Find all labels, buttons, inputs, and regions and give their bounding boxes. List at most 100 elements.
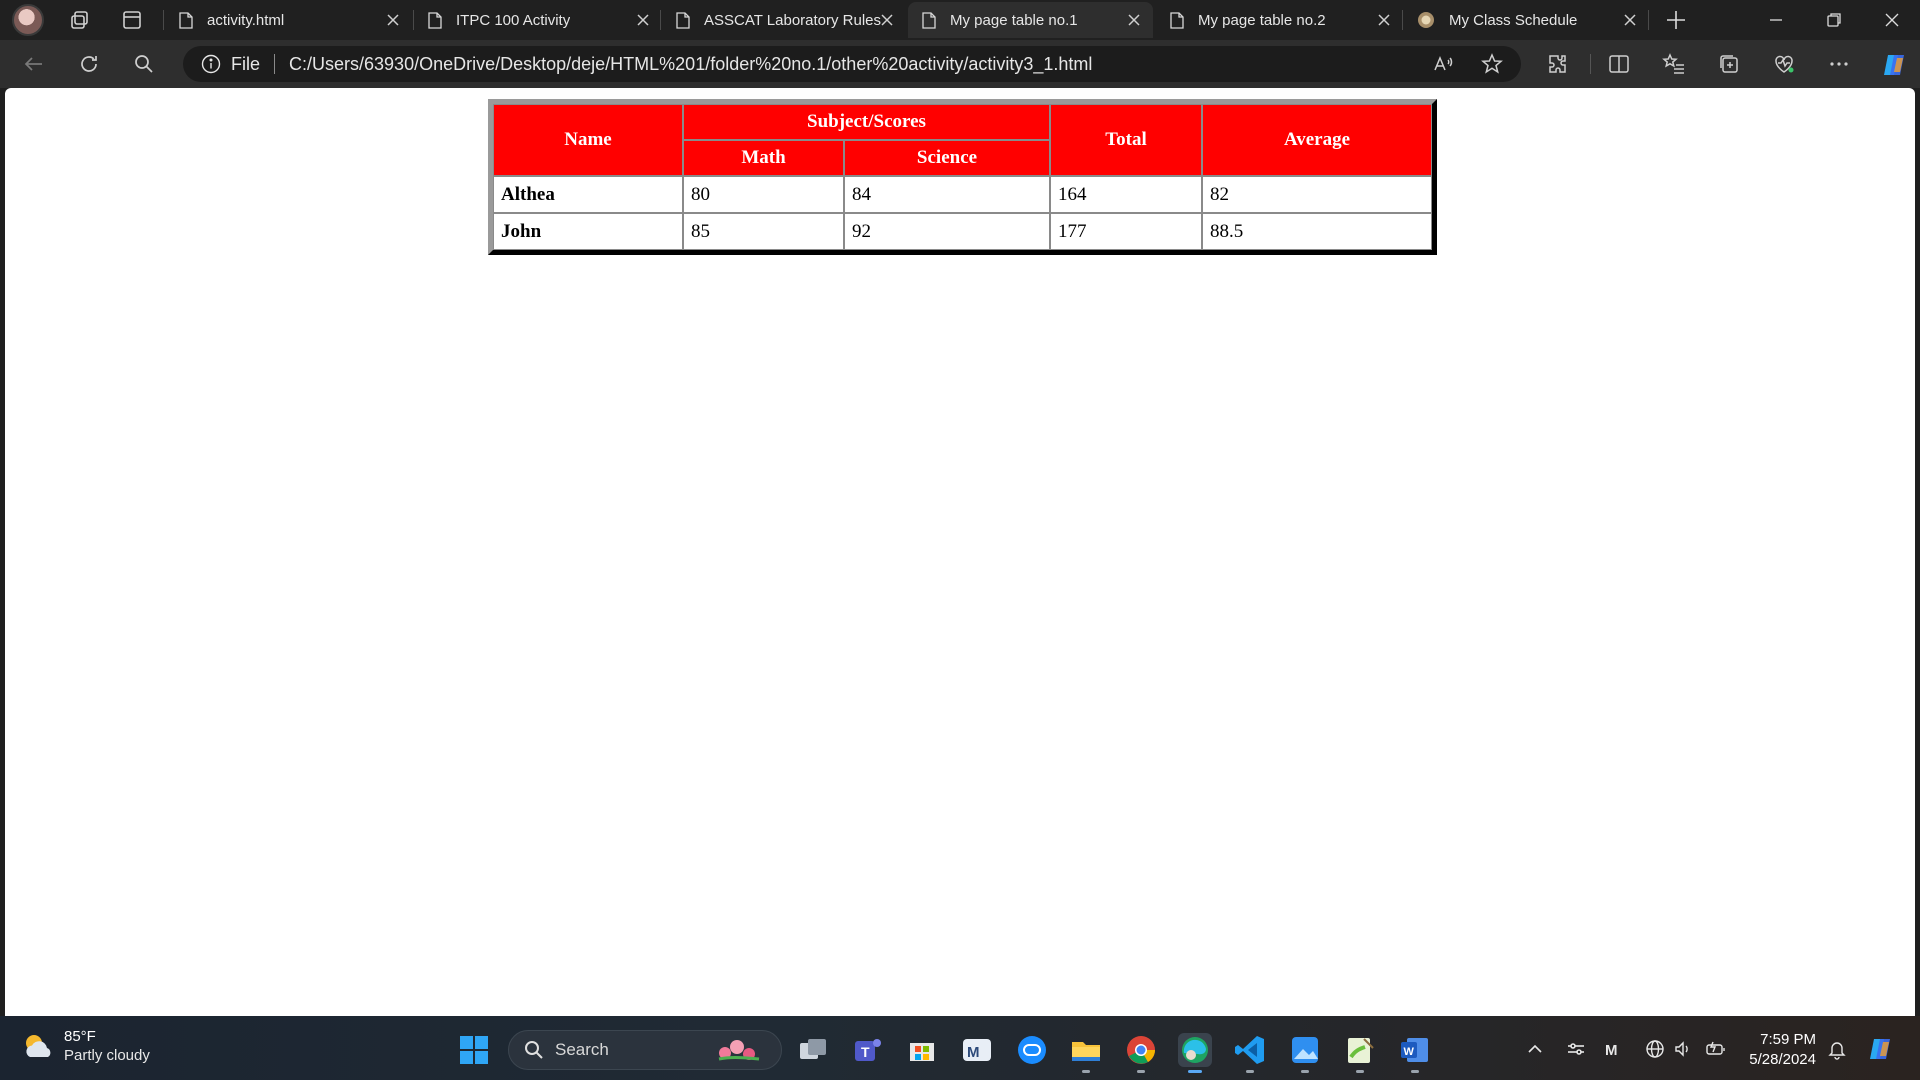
header-average: Average <box>1202 104 1432 176</box>
partly-cloudy-icon <box>26 1035 51 1057</box>
svg-text:T: T <box>861 1044 870 1060</box>
close-tab-icon[interactable] <box>384 11 402 29</box>
header-name: Name <box>493 104 683 176</box>
word-icon[interactable]: W <box>1398 1033 1432 1067</box>
tab-asscat-laboratory-rules[interactable]: ASSCAT Laboratory Rules <box>662 2 906 38</box>
split-screen-icon[interactable] <box>1607 52 1631 76</box>
document-icon <box>922 11 936 29</box>
tab-label: activity.html <box>207 11 285 29</box>
cell-name: Althea <box>493 176 683 213</box>
clock-date: 5/28/2024 <box>1749 1051 1816 1068</box>
tab-itpc-100-activity[interactable]: ITPC 100 Activity <box>414 2 662 38</box>
close-tab-icon[interactable] <box>634 11 652 29</box>
table-row: Althea 80 84 164 82 <box>493 176 1432 213</box>
chevron-up-icon[interactable] <box>1524 1038 1546 1060</box>
volume-icon[interactable] <box>1672 1038 1694 1060</box>
svg-text:M: M <box>1605 1042 1618 1059</box>
header-science: Science <box>844 140 1050 176</box>
page-viewport: Name Subject/Scores Total Average Math S… <box>5 88 1915 1016</box>
info-icon[interactable] <box>201 54 221 74</box>
refresh-icon[interactable] <box>77 52 101 76</box>
windows-start-icon[interactable] <box>459 1035 489 1065</box>
table-row: John 85 92 177 88.5 <box>493 213 1432 250</box>
cell-total: 177 <box>1050 213 1202 250</box>
url-text[interactable]: C:/Users/63930/OneDrive/Desktop/deje/HTM… <box>289 54 1092 75</box>
workspaces-icon[interactable] <box>62 4 98 36</box>
weather-widget[interactable]: 85°F Partly cloudy <box>20 1028 150 1066</box>
profile-avatar[interactable] <box>12 4 44 36</box>
search-highlight-flowers-icon <box>718 1040 760 1061</box>
cell-science: 92 <box>844 213 1050 250</box>
more-options-icon[interactable] <box>1827 52 1851 76</box>
running-indicator <box>1082 1070 1090 1073</box>
task-view-icon[interactable] <box>796 1033 830 1067</box>
cell-math: 80 <box>683 176 844 213</box>
tab-separator <box>660 10 661 30</box>
vscode-icon[interactable] <box>1233 1033 1267 1067</box>
battery-icon[interactable] <box>1704 1038 1726 1060</box>
weather-condition: Partly cloudy <box>64 1047 150 1064</box>
close-tab-icon[interactable] <box>1125 11 1143 29</box>
site-favicon-icon <box>1418 12 1434 28</box>
browser-essentials-icon[interactable] <box>1772 52 1796 76</box>
chrome-icon[interactable] <box>1124 1033 1158 1067</box>
notifications-bell-icon[interactable] <box>1826 1038 1848 1060</box>
close-tab-icon[interactable] <box>878 11 896 29</box>
close-window-icon[interactable] <box>1878 6 1906 34</box>
tab-label: My page table no.2 <box>1198 11 1326 29</box>
running-indicator <box>1301 1070 1309 1073</box>
scheme-label: File <box>231 53 261 74</box>
cell-total: 164 <box>1050 176 1202 213</box>
copilot-taskbar-icon[interactable] <box>1866 1034 1896 1064</box>
file-explorer-icon[interactable] <box>1069 1033 1103 1067</box>
tab-label: ITPC 100 Activity <box>456 11 571 29</box>
collections-icon[interactable] <box>1717 52 1741 76</box>
new-tab-plus-icon[interactable] <box>1662 6 1690 34</box>
edge-icon[interactable] <box>1178 1033 1212 1067</box>
taskbar-search[interactable]: Search <box>508 1030 782 1070</box>
extensions-icon[interactable] <box>1546 52 1570 76</box>
photos-icon[interactable] <box>1288 1033 1322 1067</box>
taskbar: 85°F Partly cloudy Search T M W M 7:59 P… <box>0 1016 1920 1080</box>
favorite-star-icon[interactable] <box>1480 52 1504 76</box>
tab-separator <box>1648 10 1649 30</box>
favorites-list-icon[interactable] <box>1662 52 1686 76</box>
minimize-icon[interactable] <box>1762 6 1790 34</box>
running-indicator <box>1356 1070 1364 1073</box>
address-separator <box>274 54 276 74</box>
teams-icon[interactable]: T <box>851 1033 885 1067</box>
network-globe-icon[interactable] <box>1644 1038 1666 1060</box>
search-icon[interactable] <box>132 52 156 76</box>
settings-sliders-icon[interactable] <box>1565 1038 1587 1060</box>
header-math: Math <box>683 140 844 176</box>
svg-text:W: W <box>1404 1046 1415 1058</box>
tab-actions-icon[interactable] <box>114 4 150 36</box>
search-label: Search <box>555 1040 609 1059</box>
close-tab-icon[interactable] <box>1375 11 1393 29</box>
tab-activity[interactable]: activity.html <box>165 2 412 38</box>
toolbar-divider <box>1590 54 1591 74</box>
read-aloud-icon[interactable] <box>1431 52 1455 76</box>
microsoft-store-icon[interactable] <box>905 1033 939 1067</box>
cell-average: 88.5 <box>1202 213 1432 250</box>
mail-tray-icon[interactable]: M <box>1604 1038 1626 1060</box>
tab-separator <box>163 10 164 30</box>
clock[interactable]: 7:59 PM 5/28/2024 <box>1740 1030 1816 1070</box>
tab-my-class-schedule[interactable]: My Class Schedule <box>1403 2 1649 38</box>
tab-my-page-table-no2[interactable]: My page table no.2 <box>1156 2 1403 38</box>
copilot-icon[interactable] <box>1880 50 1910 80</box>
header-total: Total <box>1050 104 1202 176</box>
running-indicator <box>1137 1070 1145 1073</box>
close-tab-icon[interactable] <box>1621 11 1639 29</box>
cell-name: John <box>493 213 683 250</box>
messenger-icon[interactable] <box>1015 1033 1049 1067</box>
document-icon <box>428 11 442 29</box>
restore-icon[interactable] <box>1820 6 1848 34</box>
scores-table: Name Subject/Scores Total Average Math S… <box>488 99 1437 255</box>
notepad-plus-icon[interactable] <box>1343 1033 1377 1067</box>
mail-app-icon[interactable]: M <box>960 1033 994 1067</box>
tab-my-page-table-no1[interactable]: My page table no.1 <box>908 2 1153 38</box>
weather-temp: 85°F <box>64 1028 96 1045</box>
address-bar[interactable]: File C:/Users/63930/OneDrive/Desktop/dej… <box>183 46 1521 82</box>
back-arrow-icon[interactable] <box>22 52 46 76</box>
